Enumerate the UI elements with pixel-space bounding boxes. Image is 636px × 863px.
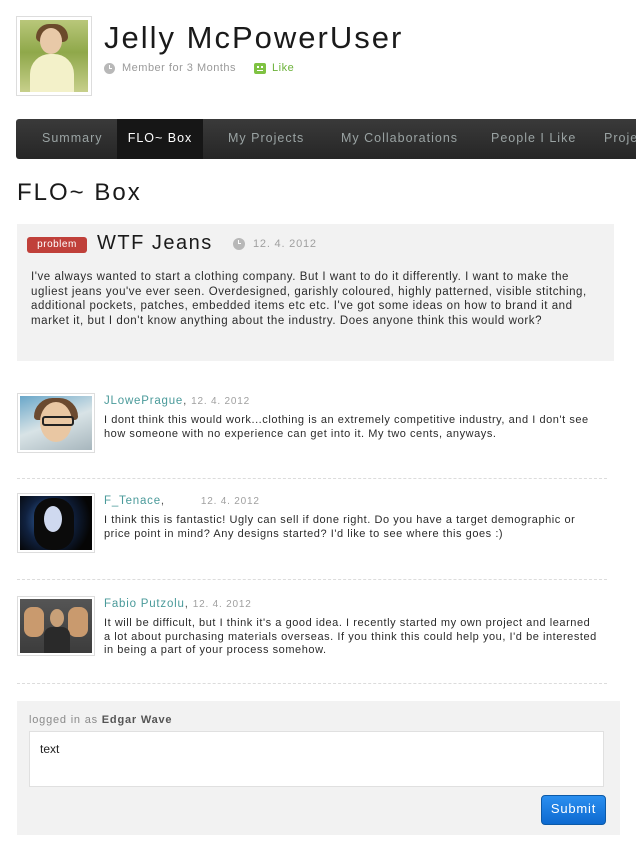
comment-avatar[interactable] — [17, 393, 95, 453]
problem-badge: problem — [27, 237, 87, 253]
comment-divider — [17, 478, 607, 479]
submit-button[interactable]: Submit — [541, 795, 606, 825]
comment-author[interactable]: F_Tenace — [104, 495, 161, 507]
tab-people-i-like[interactable]: People I Like — [491, 119, 576, 159]
avatar-photo — [20, 496, 92, 550]
logged-in-user: Edgar Wave — [101, 714, 173, 726]
comment-header: JLowePrague, 12. 4. 2012 — [104, 395, 250, 407]
tab-my-collaborations[interactable]: My Collaborations — [341, 119, 458, 159]
comment-divider — [17, 579, 607, 580]
comment-input[interactable]: text — [29, 731, 604, 787]
tab-projects-overflow[interactable]: Proje — [604, 119, 636, 159]
like-icon — [254, 62, 267, 74]
comment-body: I think this is fantastic! Ugly can sell… — [104, 514, 576, 540]
clock-icon — [104, 62, 115, 74]
profile-nav: Summary FLO~ Box My Projects My Collabor… — [16, 119, 636, 159]
clock-icon — [233, 238, 245, 250]
comment-author[interactable]: JLowePrague — [104, 395, 183, 407]
comment-body: It will be difficult, but I think it's a… — [104, 617, 597, 656]
logged-in-prefix: logged in as — [29, 714, 98, 726]
post-date: 12. 4. 2012 — [233, 238, 317, 250]
comment-divider — [17, 683, 607, 684]
like-label: Like — [272, 62, 295, 74]
tab-flo-box[interactable]: FLO~ Box — [117, 119, 203, 159]
comment-avatar[interactable] — [17, 596, 95, 656]
like-button[interactable]: Like — [254, 62, 294, 74]
comment-author[interactable]: Fabio Putzolu — [104, 598, 185, 610]
avatar-photo — [20, 599, 92, 653]
comment-date: 12. 4. 2012 — [192, 599, 252, 610]
member-since: Member for 3 Months — [122, 62, 237, 74]
avatar-photo — [20, 396, 92, 450]
comment-avatar[interactable] — [17, 493, 95, 553]
profile-photo — [20, 20, 88, 92]
profile-avatar[interactable] — [16, 16, 92, 96]
comment-header: F_Tenace, 12. 4. 2012 — [104, 495, 260, 507]
page-title: FLO~ Box — [17, 179, 142, 206]
comment-date: 12. 4. 2012 — [200, 496, 260, 507]
comment-date: 12. 4. 2012 — [191, 396, 250, 407]
logged-in-label: logged in as Edgar Wave — [29, 714, 172, 726]
tab-my-projects[interactable]: My Projects — [228, 119, 304, 159]
post-date-text: 12. 4. 2012 — [253, 238, 317, 250]
user-name: Jelly McPowerUser — [104, 20, 404, 55]
profile-header: Jelly McPowerUser Member for 3 Months Li… — [16, 16, 626, 96]
problem-post: problem WTF Jeans 12. 4. 2012 I've alway… — [17, 224, 614, 361]
post-body: I've always wanted to start a clothing c… — [31, 271, 587, 327]
comment-header: Fabio Putzolu, 12. 4. 2012 — [104, 598, 252, 610]
comment-body: I dont think this would work...clothing … — [104, 414, 589, 440]
post-title: WTF Jeans — [97, 232, 213, 254]
reply-box: logged in as Edgar Wave text Submit — [17, 701, 620, 835]
profile-meta: Member for 3 Months Like — [104, 62, 294, 74]
